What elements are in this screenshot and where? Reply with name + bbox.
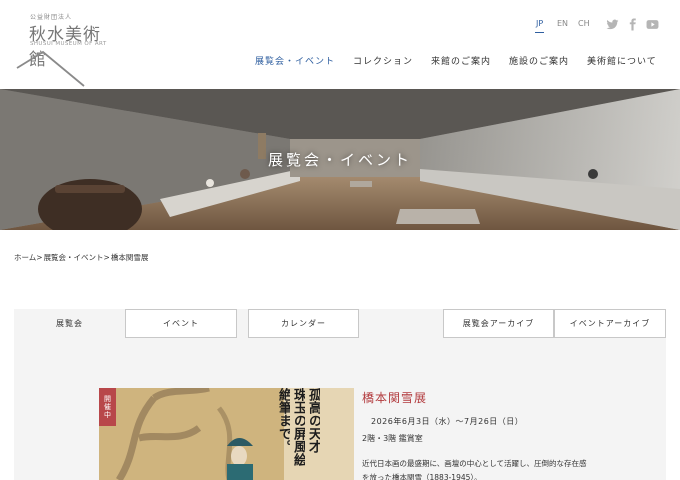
tab-calendar[interactable]: カレンダー [248, 309, 359, 338]
exhibition-location: 2階・3階 鑑賞室 [362, 434, 423, 443]
exhibition-dates: 2026年6月3日（水）〜7月26日（日） [371, 417, 524, 426]
nav-exhibitions-events[interactable]: 展覧会・イベント [255, 54, 335, 67]
tab-event-archive[interactable]: イベントアーカイブ [554, 309, 666, 338]
poster-line-3: 絶筆まで。 [277, 388, 290, 453]
logo-subtitle: SHUSUI MUSEUM OF ART [30, 41, 107, 47]
twitter-icon[interactable] [606, 18, 619, 31]
museum-logo[interactable]: 公益財団法人 秋水美術館 SHUSUI MUSEUM OF ART [16, 10, 116, 87]
now-showing-badge: 開催中 [99, 388, 116, 426]
poster-line-2: 珠玉の屏風絵 [292, 388, 305, 466]
exhibition-description: 近代日本画の最盛期に、画壇の中心として活躍し、圧倒的な存在感を放った橋本関雪（1… [362, 459, 587, 480]
lang-en[interactable]: EN [557, 19, 568, 28]
breadcrumb-exhibitions[interactable]: 展覧会・イベント> [44, 253, 110, 262]
logo-mountain-mark [16, 50, 85, 87]
nav-visit[interactable]: 来館のご案内 [431, 54, 491, 67]
tab-exhibitions[interactable]: 展覧会 [14, 309, 125, 338]
exhibition-title[interactable]: 橋本関雪展 [362, 389, 427, 406]
tab-exhibition-archive[interactable]: 展覧会アーカイブ [443, 309, 554, 338]
breadcrumb-home[interactable]: ホーム> [14, 253, 43, 262]
lang-jp[interactable]: JP [534, 19, 545, 33]
nav-collection[interactable]: コレクション [353, 54, 413, 67]
breadcrumb: ホーム>展覧会・イベント>橋本関雪展 [14, 252, 149, 263]
breadcrumb-current: 橋本関雪展 [110, 253, 149, 262]
hero-title: 展覧会・イベント [267, 151, 412, 169]
nav-facilities[interactable]: 施設のご案内 [509, 54, 569, 67]
youtube-icon[interactable] [646, 18, 659, 31]
tab-events[interactable]: イベント [125, 309, 237, 338]
hero-banner: 展覧会・イベント [0, 89, 680, 230]
facebook-icon[interactable] [626, 18, 639, 31]
lang-ch[interactable]: CH [578, 19, 590, 28]
poster-line-1: 孤高の天才 [307, 388, 320, 453]
nav-about[interactable]: 美術館について [587, 54, 657, 67]
